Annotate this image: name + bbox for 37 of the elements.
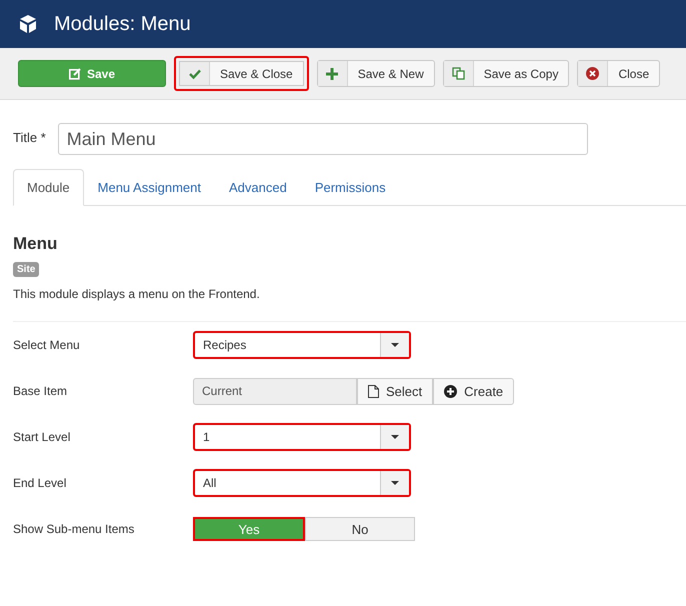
check-icon: [188, 68, 200, 80]
title-field[interactable]: Main Menu: [58, 123, 588, 155]
base-item-field[interactable]: Current: [193, 378, 357, 404]
copy-icon: [452, 67, 465, 80]
field-label: Start Level: [13, 430, 72, 444]
module-description: This module displays a menu on the Frontend.: [13, 287, 261, 301]
field-button[interactable]: Create: [433, 378, 514, 404]
file-icon: [368, 384, 379, 398]
select-field[interactable]: All: [193, 469, 411, 497]
caret-icon: [391, 435, 399, 439]
select-field[interactable]: Recipes: [193, 331, 411, 359]
field-button[interactable]: Select: [357, 378, 434, 404]
tab[interactable]: Module: [13, 169, 84, 206]
toolbar-button[interactable]: Close: [577, 60, 660, 87]
field-label: Select Menu: [13, 338, 81, 352]
caret-icon: [391, 481, 399, 485]
caret-icon: [391, 343, 399, 347]
field-label: End Level: [13, 476, 68, 490]
tab[interactable]: Advanced: [214, 169, 301, 206]
edit-icon: [68, 68, 81, 80]
cancel-icon: [586, 67, 600, 80]
toggle-option[interactable]: No: [305, 517, 415, 541]
module-heading: Menu: [13, 234, 58, 254]
field-label: Base Item: [13, 384, 68, 398]
plus-circle-icon: [444, 384, 458, 398]
toolbar-button[interactable]: Save as Copy: [442, 60, 570, 87]
field-label: Show Sub-menu Items: [13, 522, 136, 536]
select-field[interactable]: 1: [193, 423, 411, 451]
plus-icon: [326, 68, 338, 80]
page-title: Modules: Menu: [54, 12, 191, 36]
cube-icon: [18, 14, 38, 34]
tab[interactable]: Menu Assignment: [84, 169, 215, 206]
toolbar-button[interactable]: Save & Close: [174, 56, 309, 91]
toolbar-button[interactable]: Save & New: [316, 60, 435, 87]
site-badge: Site: [13, 262, 40, 277]
title-label: Title *: [13, 130, 46, 145]
tab[interactable]: Permissions: [300, 169, 400, 206]
